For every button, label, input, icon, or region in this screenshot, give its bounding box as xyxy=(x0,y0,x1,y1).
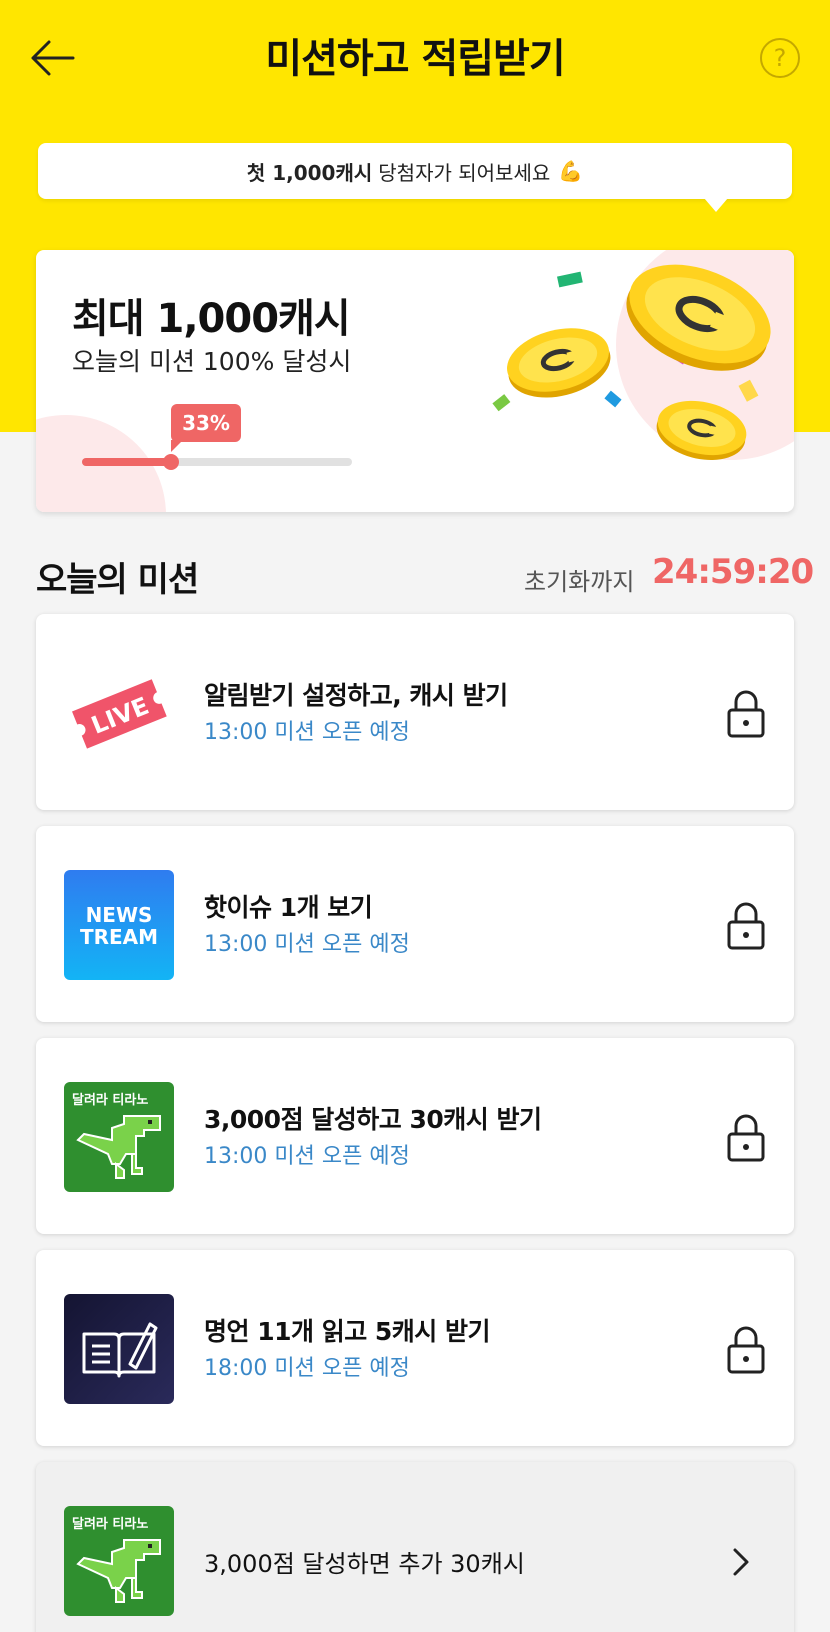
mission-status: 18:00 미션 오픈 예정 xyxy=(204,1356,410,1381)
tooltip-text: 당첨자가 되어보세요 xyxy=(378,160,551,185)
mission-title: 3,000점 달성하면 추가 30캐시 xyxy=(204,1550,525,1578)
quote-book-icon xyxy=(64,1294,174,1404)
mission-status: 13:00 미션 오픈 예정 xyxy=(204,1144,410,1169)
mission-card[interactable]: LIVE 알림받기 설정하고, 캐시 받기 13:00 미션 오픈 예정 xyxy=(36,614,794,810)
muscle-icon: 💪 xyxy=(558,159,584,183)
dino-icon-text: 달려라 티라노 xyxy=(72,1092,148,1108)
reward-card: 최대 1,000캐시 오늘의 미션 100% 달성시 33% xyxy=(36,250,794,512)
reward-title: 최대 1,000캐시 xyxy=(72,296,351,342)
mission-title: 명언 11개 읽고 5캐시 받기 xyxy=(204,1317,491,1346)
newstream-icon-text: NEWS xyxy=(86,903,153,927)
progress-knob xyxy=(163,454,179,470)
dino-game-icon: 달려라 티라노 xyxy=(64,1506,174,1616)
page-title: 미션하고 적립받기 xyxy=(265,36,565,82)
dino-game-icon: 달려라 티라노 xyxy=(64,1082,174,1192)
app-header: 미션하고 적립받기 ? xyxy=(0,0,830,118)
help-button[interactable]: ? xyxy=(760,38,800,78)
mission-status: 13:00 미션 오픈 예정 xyxy=(204,932,410,957)
lock-icon xyxy=(727,690,765,738)
dino-icon-text: 달려라 티라노 xyxy=(72,1516,148,1532)
reset-label: 초기화까지 xyxy=(524,568,635,596)
progress-badge: 33% xyxy=(171,404,241,452)
lock-icon xyxy=(727,1326,765,1374)
tooltip-tail xyxy=(704,198,728,212)
mission-card[interactable]: 명언 11개 읽고 5캐시 받기 18:00 미션 오픈 예정 xyxy=(36,1250,794,1446)
coins-illustration xyxy=(492,264,771,460)
mission-title: 알림받기 설정하고, 캐시 받기 xyxy=(204,681,508,710)
reward-subtitle: 오늘의 미션 100% 달성시 xyxy=(72,347,352,376)
mission-status: 13:00 미션 오픈 예정 xyxy=(204,720,410,745)
chevron-right-icon xyxy=(733,1548,749,1576)
mission-progress-bar: 33% xyxy=(82,404,352,470)
mission-title: 핫이슈 1개 보기 xyxy=(204,893,373,922)
newstream-icon-text: TREAM xyxy=(80,925,158,949)
reset-countdown: 24:59:20 xyxy=(652,552,814,592)
section-title: 오늘의 미션 xyxy=(36,560,199,600)
live-icon: LIVE xyxy=(64,658,174,768)
promo-tooltip: 첫 1,000캐시 당첨자가 되어보세요 💪 xyxy=(38,143,792,199)
progress-fill xyxy=(82,458,171,466)
mission-title: 3,000점 달성하고 30캐시 받기 xyxy=(204,1105,542,1134)
lock-icon xyxy=(727,1114,765,1162)
mission-card[interactable]: 달려라 티라노 3,000점 달성하고 30캐시 받기 13:00 미션 오픈 … xyxy=(36,1038,794,1234)
newstream-icon: NEWS TREAM xyxy=(64,870,174,980)
mission-card[interactable]: 달려라 티라노 3,000점 달성하면 추가 30캐시 xyxy=(36,1462,794,1632)
tooltip-highlight: 첫 1,000캐시 xyxy=(246,160,373,185)
question-icon: ? xyxy=(773,44,787,72)
lock-icon xyxy=(727,902,765,950)
mission-card[interactable]: NEWS TREAM 핫이슈 1개 보기 13:00 미션 오픈 예정 xyxy=(36,826,794,1022)
